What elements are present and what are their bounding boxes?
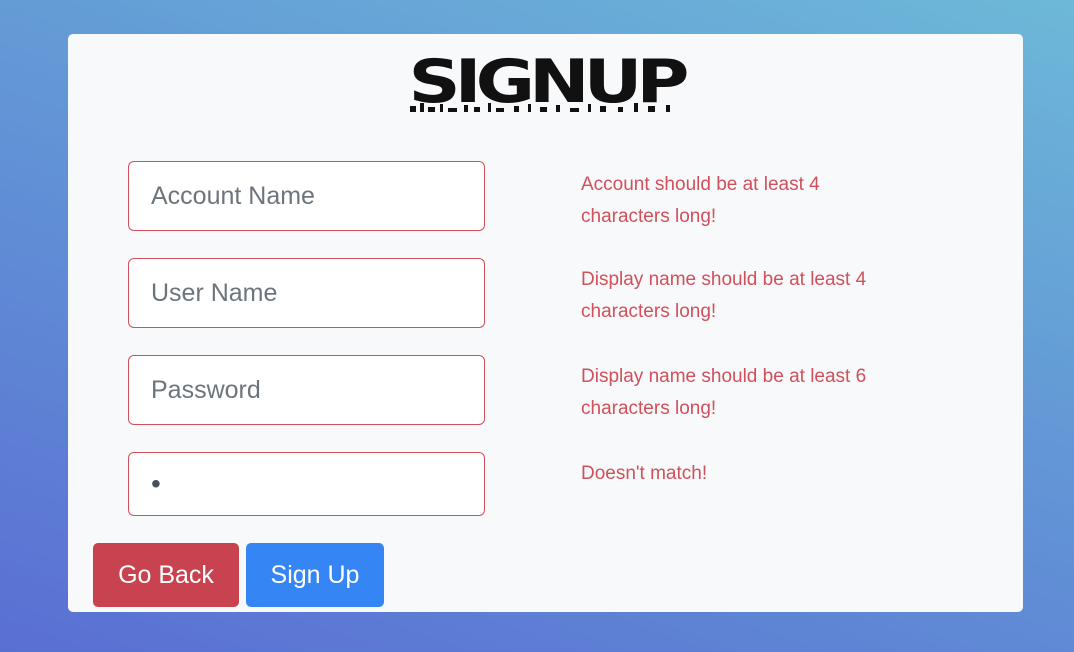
account-name-error: Account should be at least 4 characters … <box>581 174 820 227</box>
password-error: Display name should be at least 6 charac… <box>581 366 867 419</box>
sign-up-button[interactable]: Sign Up <box>246 543 384 607</box>
go-back-button[interactable]: Go Back <box>93 543 239 607</box>
user-name-error: Display name should be at least 4 charac… <box>581 269 867 322</box>
password-input[interactable] <box>128 355 485 425</box>
account-name-input[interactable] <box>128 161 485 231</box>
logo-text: SIGNUP <box>409 50 688 116</box>
user-name-input[interactable] <box>128 258 485 328</box>
confirm-password-error: Doesn't match! <box>581 463 708 484</box>
confirm-password-input[interactable] <box>128 452 485 516</box>
signup-logo: SIGNUP <box>404 50 690 116</box>
